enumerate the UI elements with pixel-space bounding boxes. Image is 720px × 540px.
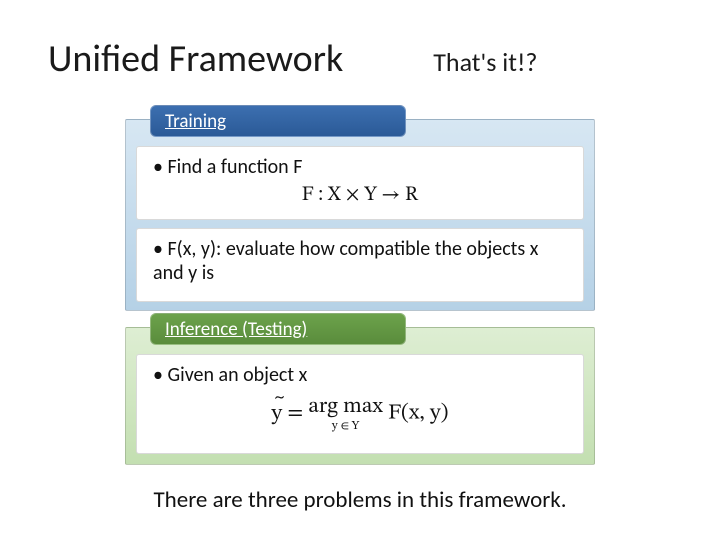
training-tab: Training	[150, 105, 406, 137]
training-card-2: • F(x, y): evaluate how compatible the o…	[136, 228, 584, 302]
slide-subtitle: That's it!?	[433, 46, 537, 78]
training-formula: F : X × Y → R	[153, 183, 567, 208]
inference-formula-argmax: arg max	[308, 396, 383, 418]
inference-formula: y = arg maxy ∈ Y F(x, y)	[153, 393, 567, 434]
inference-formula-sub: y ∈ Y	[308, 419, 383, 434]
training-bullet-2: • F(x, y): evaluate how compatible the o…	[153, 237, 567, 285]
training-card-1: • Find a function F F : X × Y → R	[136, 146, 584, 220]
inference-formula-lhs: y	[272, 403, 283, 425]
inference-bullet-1: • Given an object x	[153, 363, 567, 387]
inference-card: • Given an object x y = arg maxy ∈ Y F(x…	[136, 354, 584, 454]
footer-statement: There are three problems in this framewo…	[0, 486, 720, 514]
inference-formula-eq: =	[282, 403, 308, 425]
inference-tab-label: Inference (Testing)	[165, 318, 307, 341]
inference-tab: Inference (Testing)	[150, 313, 406, 345]
inference-block: Inference (Testing) • Given an object x …	[125, 327, 595, 465]
slide-title: Unified Framework	[48, 36, 343, 82]
title-row: Unified Framework That's it!?	[48, 36, 672, 82]
training-tab-label: Training	[165, 110, 226, 133]
training-bullet-1: • Find a function F	[153, 155, 567, 179]
training-block: Training • Find a function F F : X × Y →…	[125, 119, 595, 311]
inference-formula-rhs: F(x, y)	[383, 403, 449, 425]
